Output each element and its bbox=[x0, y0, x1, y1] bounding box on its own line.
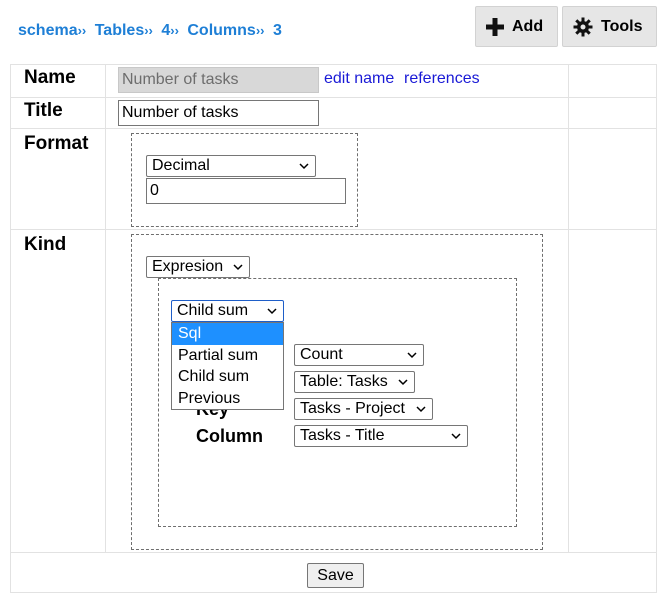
divider bbox=[10, 229, 657, 230]
divider bbox=[10, 64, 11, 593]
aggregate-select-value: Count bbox=[300, 346, 343, 363]
plus-icon bbox=[486, 17, 504, 36]
divider bbox=[10, 97, 657, 98]
breadcrumb-separator: ›› bbox=[255, 23, 265, 38]
divider bbox=[10, 64, 657, 65]
add-button[interactable]: Add bbox=[475, 6, 558, 47]
breadcrumb-separator: ›› bbox=[144, 23, 153, 38]
chevron-down-icon bbox=[451, 433, 461, 440]
dropdown-option-partial-sum[interactable]: Partial sum bbox=[172, 345, 283, 367]
table-select[interactable]: Table: Tasks bbox=[294, 371, 415, 393]
save-button[interactable]: Save bbox=[307, 563, 364, 588]
divider bbox=[568, 64, 569, 553]
child-sum-select-value: Child sum bbox=[177, 302, 249, 319]
divider bbox=[10, 592, 657, 593]
divider bbox=[10, 128, 657, 129]
divider bbox=[105, 64, 106, 553]
column-select-value: Tasks - Title bbox=[300, 427, 385, 444]
key-select-value: Tasks - Project bbox=[300, 400, 405, 417]
key-select[interactable]: Tasks - Project bbox=[294, 398, 433, 420]
aggregate-select[interactable]: Count bbox=[294, 344, 424, 366]
title-field[interactable]: Number of tasks bbox=[118, 100, 319, 126]
breadcrumb-column-id[interactable]: 3 bbox=[273, 22, 282, 39]
breadcrumb: schema›› Tables›› 4›› Columns›› 3 bbox=[18, 22, 282, 40]
tools-button-label: Tools bbox=[601, 17, 643, 35]
breadcrumb-tables[interactable]: Tables bbox=[95, 22, 145, 39]
breadcrumb-separator: ›› bbox=[77, 23, 87, 38]
kind-select[interactable]: Expresion bbox=[146, 256, 250, 278]
breadcrumb-separator: ›› bbox=[170, 23, 179, 38]
edit-name-link[interactable]: edit name bbox=[324, 70, 394, 88]
dropdown-option-previous[interactable]: Previous bbox=[172, 388, 283, 410]
chevron-down-icon bbox=[267, 308, 277, 315]
chevron-down-icon bbox=[416, 406, 426, 413]
chevron-down-icon bbox=[233, 264, 243, 271]
title-label: Title bbox=[24, 100, 63, 121]
kind-label: Kind bbox=[24, 234, 67, 255]
references-link[interactable]: references bbox=[404, 70, 480, 88]
format-type-select-value: Decimal bbox=[152, 157, 210, 174]
child-sum-dropdown-list: Sql Partial sum Child sum Previous bbox=[171, 322, 284, 410]
name-label: Name bbox=[24, 67, 76, 88]
chevron-down-icon bbox=[299, 163, 309, 170]
column-label: Column bbox=[196, 426, 263, 446]
breadcrumb-columns[interactable]: Columns bbox=[187, 22, 255, 39]
format-value-field[interactable]: 0 bbox=[146, 178, 346, 204]
dropdown-option-sql[interactable]: Sql bbox=[172, 323, 283, 345]
divider bbox=[10, 552, 657, 553]
child-sum-select[interactable]: Child sum bbox=[171, 300, 284, 322]
column-select[interactable]: Tasks - Title bbox=[294, 425, 468, 447]
chevron-down-icon bbox=[407, 352, 417, 359]
format-label: Format bbox=[24, 133, 89, 154]
tools-button[interactable]: Tools bbox=[562, 6, 657, 47]
format-type-select[interactable]: Decimal bbox=[146, 155, 316, 177]
divider bbox=[656, 64, 657, 593]
breadcrumb-table-id[interactable]: 4 bbox=[161, 22, 170, 39]
table-select-value: Table: Tasks bbox=[300, 373, 388, 390]
dropdown-option-child-sum[interactable]: Child sum bbox=[172, 366, 283, 388]
chevron-down-icon bbox=[398, 379, 408, 386]
breadcrumb-schema[interactable]: schema bbox=[18, 22, 78, 39]
name-field: Number of tasks bbox=[118, 67, 319, 93]
gear-icon bbox=[573, 17, 593, 36]
kind-select-value: Expresion bbox=[152, 258, 224, 275]
add-button-label: Add bbox=[512, 17, 544, 35]
